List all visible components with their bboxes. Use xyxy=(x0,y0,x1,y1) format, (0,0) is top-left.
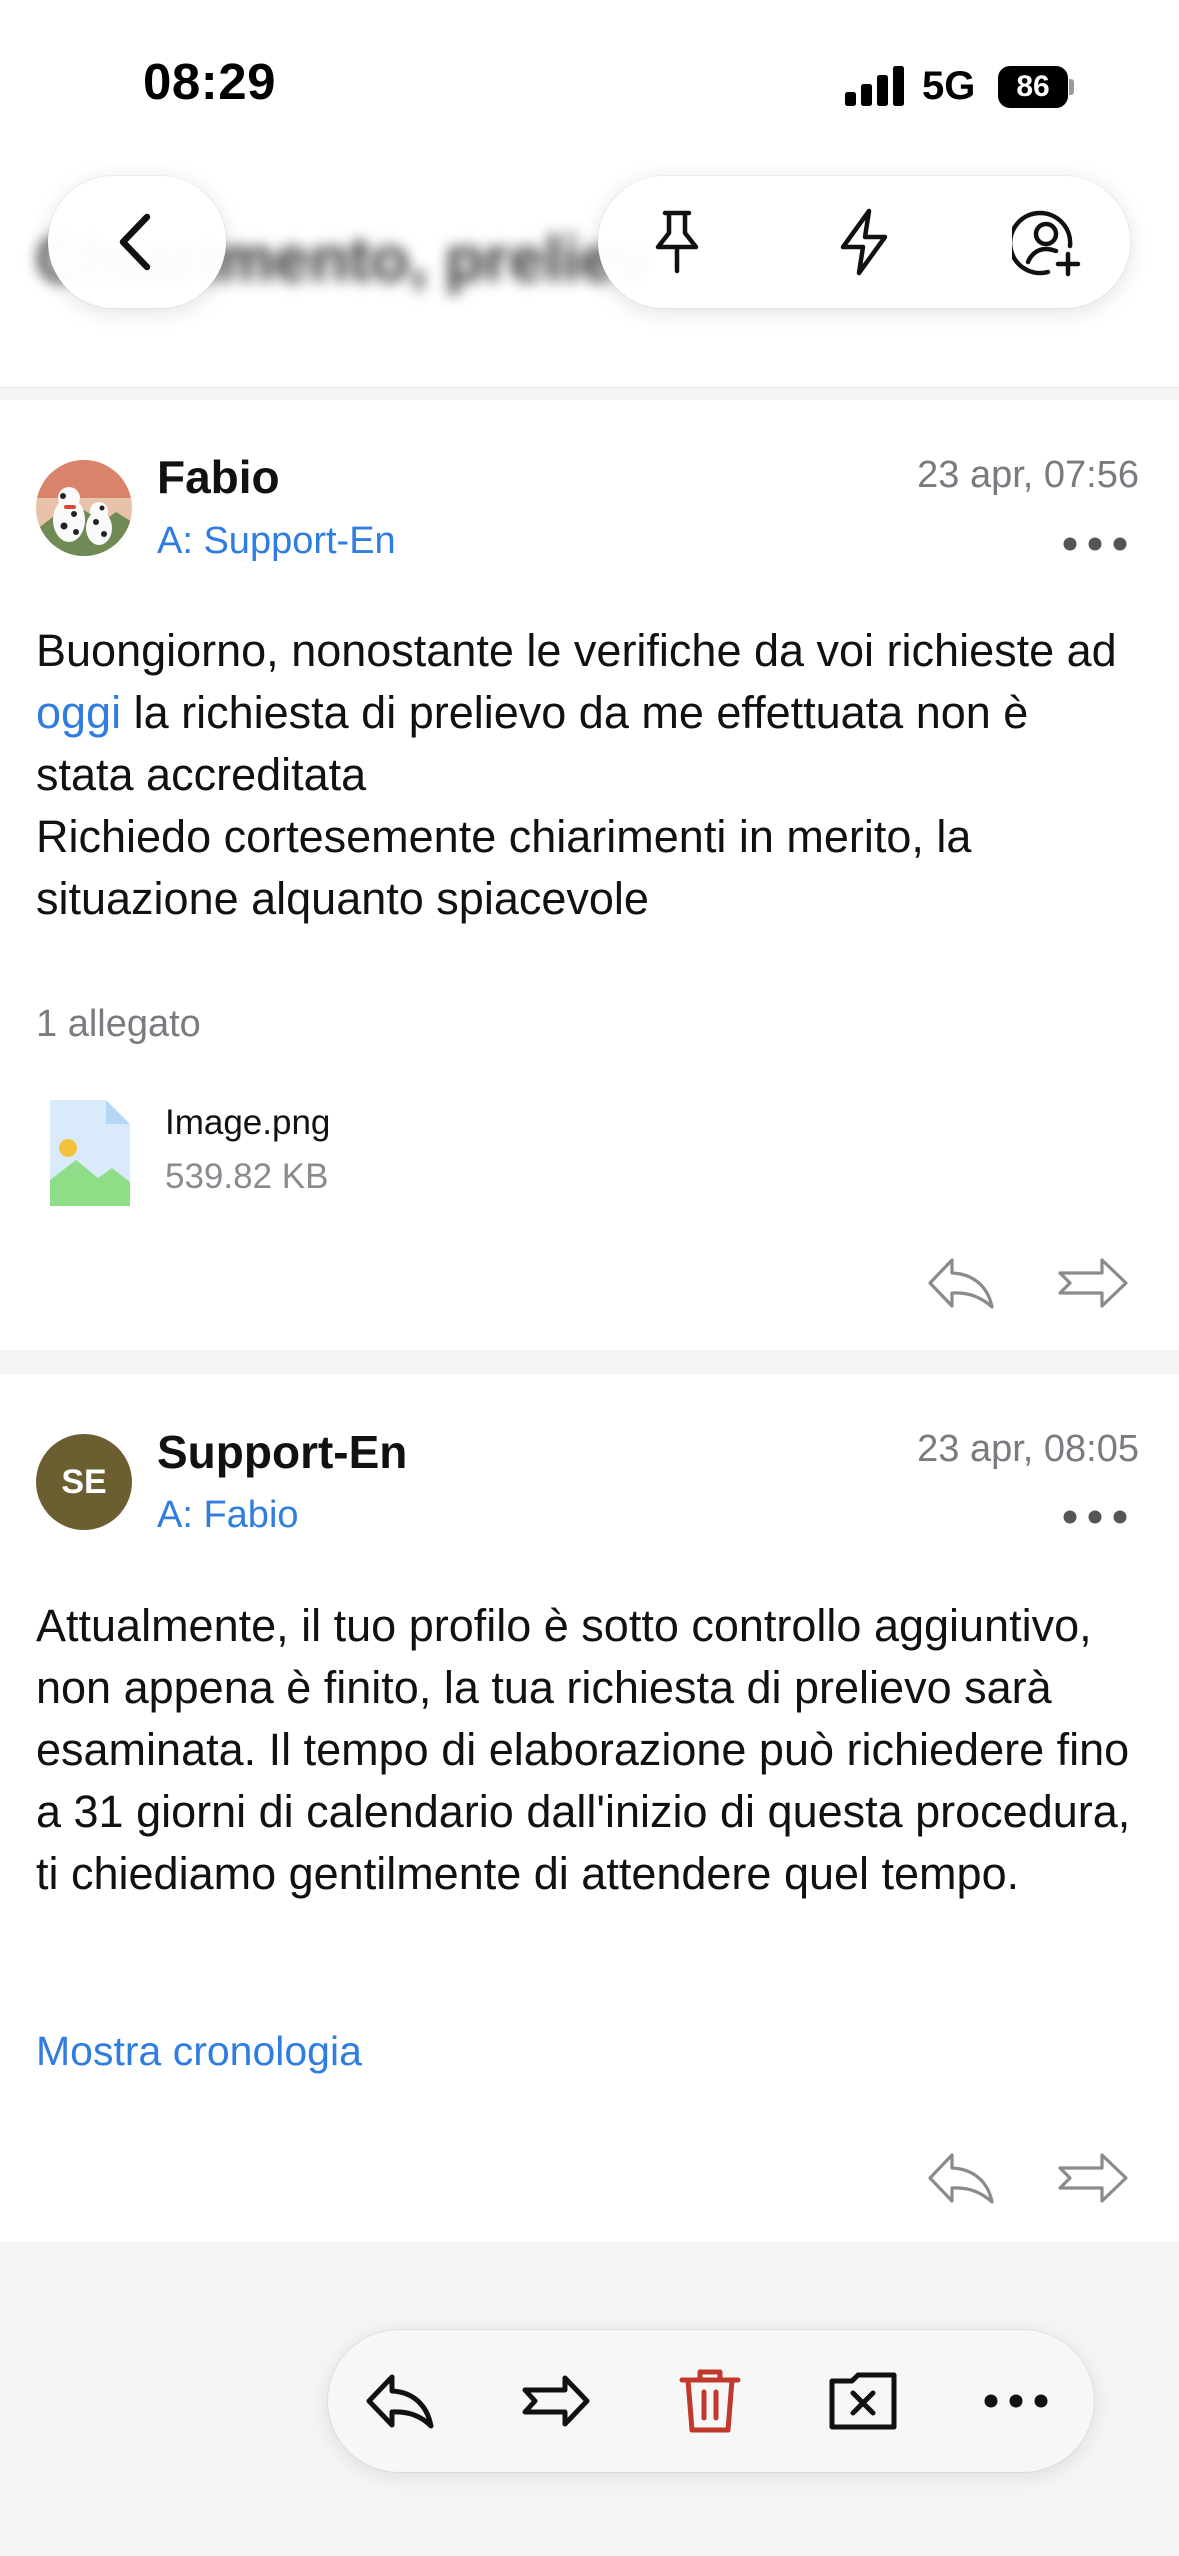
add-contact-button[interactable] xyxy=(1010,204,1086,280)
message-body-text: Richiedo cortesemente chiarimenti in mer… xyxy=(36,811,972,924)
recipient-label[interactable]: A: Support-En xyxy=(157,520,396,563)
date-link[interactable]: oggi xyxy=(36,687,121,738)
reply-icon xyxy=(366,2374,434,2429)
chevron-left-icon xyxy=(119,213,151,271)
signal-icon xyxy=(845,66,904,106)
recipient-label[interactable]: A: Fabio xyxy=(157,1494,299,1537)
message-body: Buongiorno, nonostante le verifiche da v… xyxy=(36,620,1126,930)
reply-button[interactable] xyxy=(362,2365,438,2437)
status-time: 08:29 xyxy=(143,53,276,110)
quick-actions-button[interactable] xyxy=(826,204,902,280)
delete-button[interactable] xyxy=(672,2365,748,2437)
message-date: 23 apr, 07:56 xyxy=(917,454,1139,496)
battery-icon: 86 xyxy=(998,66,1074,108)
forward-icon[interactable] xyxy=(1056,1255,1130,1311)
attachment-item[interactable]: Image.png 539.82 KB xyxy=(36,1090,416,1220)
network-label: 5G xyxy=(922,64,976,108)
avatar[interactable]: SE xyxy=(36,1434,132,1530)
attachments-count: 1 allegato xyxy=(36,1003,201,1045)
more-icon[interactable] xyxy=(1060,1507,1130,1527)
pin-icon xyxy=(655,210,699,274)
archive-button[interactable] xyxy=(825,2365,901,2437)
back-button[interactable] xyxy=(48,176,226,308)
reply-icon[interactable] xyxy=(926,1255,996,1311)
forward-icon xyxy=(522,2375,590,2427)
more-icon xyxy=(984,2394,1048,2408)
file-name: Image.png xyxy=(165,1103,331,1142)
forward-button[interactable] xyxy=(518,2365,594,2437)
lightning-icon xyxy=(840,208,888,276)
message-body: Attualmente, il tuo profilo è sotto cont… xyxy=(36,1600,1131,1899)
reply-icon[interactable] xyxy=(926,2150,996,2206)
battery-level: 86 xyxy=(998,66,1068,108)
message-date: 23 apr, 08:05 xyxy=(917,1428,1139,1470)
sender-name: Fabio xyxy=(157,451,280,503)
file-size: 539.82 KB xyxy=(165,1157,329,1196)
avatar[interactable] xyxy=(36,460,132,556)
bottom-toolbar xyxy=(328,2330,1094,2472)
archive-x-icon xyxy=(829,2372,897,2430)
message-body-text: la richiesta di prelievo da me effettuat… xyxy=(36,687,1029,800)
more-button[interactable] xyxy=(978,2365,1054,2437)
show-history-link[interactable]: Mostra cronologia xyxy=(36,2028,362,2075)
avatar-image xyxy=(36,460,132,556)
pin-button[interactable] xyxy=(639,204,715,280)
forward-icon[interactable] xyxy=(1056,2150,1130,2206)
more-icon[interactable] xyxy=(1060,534,1130,554)
add-contact-icon xyxy=(1012,210,1081,277)
image-file-icon xyxy=(50,1100,130,1206)
sender-name: Support-En xyxy=(157,1426,408,1478)
trash-icon xyxy=(679,2369,741,2433)
message-body-text: Buongiorno, nonostante le verifiche da v… xyxy=(36,625,1117,676)
header-actions xyxy=(598,176,1130,308)
